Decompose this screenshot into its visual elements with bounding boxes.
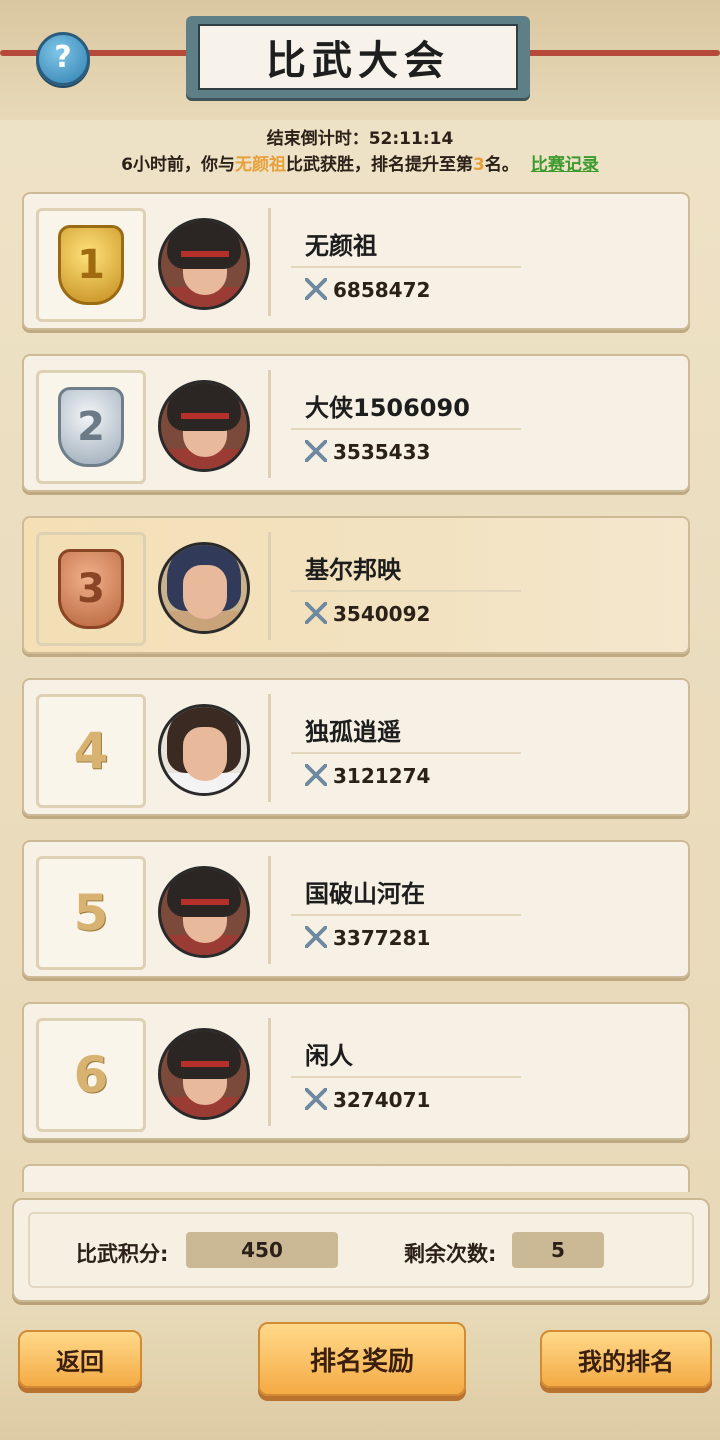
help-button[interactable]: ? xyxy=(36,32,90,86)
match-record-link[interactable]: 比赛记录 xyxy=(531,155,599,175)
ranking-card: 4 独孤逍遥 3121274 比武 xyxy=(22,678,690,816)
rank-box: 6 xyxy=(36,1018,146,1132)
player-power: 3540092 xyxy=(305,602,430,626)
crossed-swords-icon xyxy=(305,926,327,948)
countdown-text: 结束倒计时：52:11:14 xyxy=(266,129,454,149)
page-title: 比武大会 xyxy=(266,38,450,84)
rank-box: 5 xyxy=(36,856,146,970)
rank-box: 2 xyxy=(36,370,146,484)
player-info: 闲人 3274071 比武 xyxy=(268,1018,671,1126)
player-info: 国破山河在 3377281 比武 xyxy=(268,856,671,964)
news-mid: 比武获胜，排名提升至第 xyxy=(286,155,473,175)
remaining-label: 剩余次数: xyxy=(404,1242,497,1266)
score-label: 比武积分: xyxy=(76,1242,169,1266)
news-suffix: 名。 xyxy=(484,155,519,175)
player-info: 独孤逍遥 3121274 比武 xyxy=(268,694,671,802)
news-line: 6小时前，你与无颜祖比武获胜，排名提升至第3名。 比赛记录 xyxy=(0,150,720,175)
rope-right xyxy=(520,50,720,56)
avatar[interactable] xyxy=(158,380,250,472)
crossed-swords-icon xyxy=(305,602,327,624)
player-info: 无颜祖 6858472 比武 xyxy=(268,208,671,316)
avatar[interactable] xyxy=(158,218,250,310)
rank-number: 4 xyxy=(73,722,109,780)
rope-left xyxy=(0,50,200,56)
avatar[interactable] xyxy=(158,1028,250,1120)
remaining-value: 5 xyxy=(512,1232,604,1268)
avatar[interactable] xyxy=(158,704,250,796)
player-name: 闲人 xyxy=(305,1042,353,1070)
player-info: 大侠1506090 3535433 比武 xyxy=(268,370,671,478)
stats-panel: 比武积分: 450 剩余次数: 5 xyxy=(12,1198,710,1302)
ranking-card-partial xyxy=(22,1164,690,1192)
gold-medal-icon: 1 xyxy=(58,225,124,305)
player-name: 基尔邦映 xyxy=(305,556,401,584)
avatar[interactable] xyxy=(158,542,250,634)
player-name: 无颜祖 xyxy=(305,232,377,260)
ranking-card: 5 国破山河在 3377281 比武 xyxy=(22,840,690,978)
score-value: 450 xyxy=(186,1232,338,1268)
ranking-list[interactable]: 1 无颜祖 6858472 比武 2 大侠1506090 3535433 比武 … xyxy=(22,192,692,1192)
bronze-medal-icon: 3 xyxy=(58,549,124,629)
crossed-swords-icon xyxy=(305,764,327,786)
rank-box: 3 xyxy=(36,532,146,646)
ranking-rewards-button[interactable]: 排名奖励 xyxy=(258,1322,466,1396)
news-prefix: 6小时前，你与 xyxy=(121,155,235,175)
avatar[interactable] xyxy=(158,866,250,958)
rank-box: 1 xyxy=(36,208,146,322)
ranking-card: 6 闲人 3274071 比武 xyxy=(22,1002,690,1140)
crossed-swords-icon xyxy=(305,440,327,462)
player-power: 3377281 xyxy=(305,926,430,950)
ranking-card: 1 无颜祖 6858472 比武 xyxy=(22,192,690,330)
player-power: 3274071 xyxy=(305,1088,430,1112)
rank-box: 4 xyxy=(36,694,146,808)
player-name: 国破山河在 xyxy=(305,880,425,908)
ranking-card: 2 大侠1506090 3535433 比武 xyxy=(22,354,690,492)
player-power: 3121274 xyxy=(305,764,430,788)
rank-number: 6 xyxy=(73,1046,109,1104)
player-info: 基尔邦映 3540092 xyxy=(268,532,671,640)
ranking-card-self: 3 基尔邦映 3540092 xyxy=(22,516,690,654)
back-button[interactable]: 返回 xyxy=(18,1330,142,1388)
crossed-swords-icon xyxy=(305,1088,327,1110)
rank-number: 5 xyxy=(73,884,109,942)
player-name: 独孤逍遥 xyxy=(305,718,401,746)
news-rank: 3 xyxy=(473,155,485,175)
crossed-swords-icon xyxy=(305,278,327,300)
silver-medal-icon: 2 xyxy=(58,387,124,467)
title-plaque: 比武大会 xyxy=(186,16,530,98)
my-rank-button[interactable]: 我的排名 xyxy=(540,1330,712,1388)
player-power: 6858472 xyxy=(305,278,430,302)
news-opponent: 无颜祖 xyxy=(235,155,286,175)
player-name: 大侠1506090 xyxy=(305,394,470,422)
player-power: 3535433 xyxy=(305,440,430,464)
